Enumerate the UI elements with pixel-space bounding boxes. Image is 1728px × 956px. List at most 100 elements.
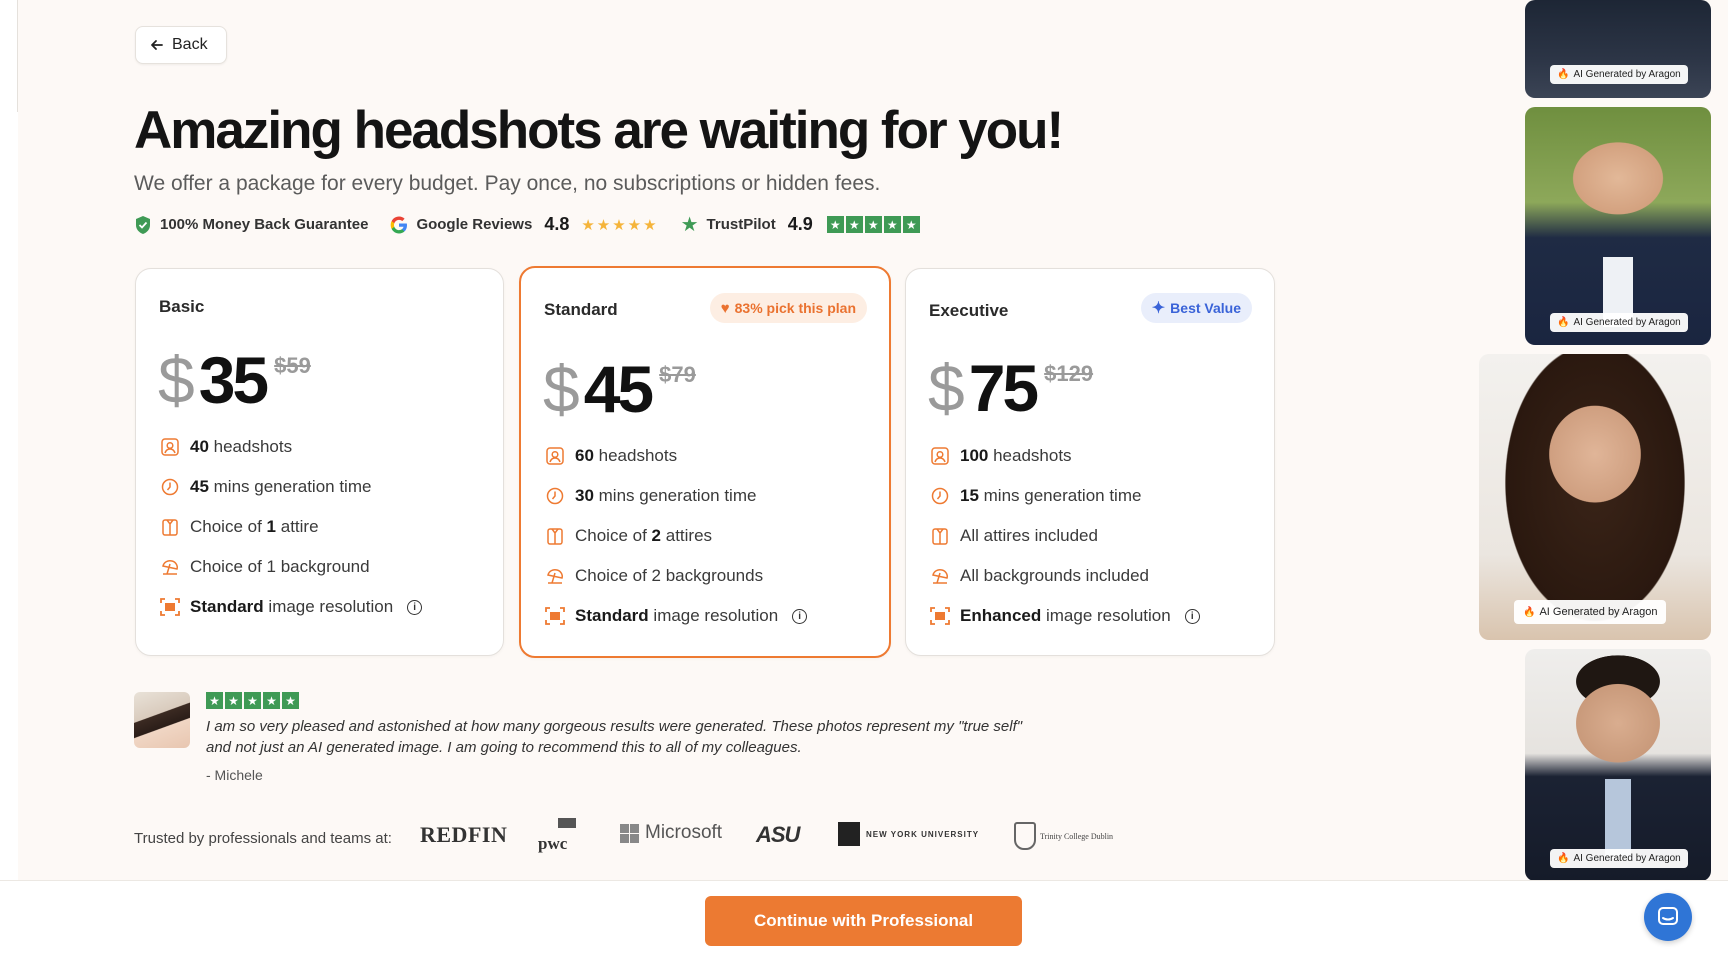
ai-generated-tag: 🔥 AI Generated by Aragon: [1550, 65, 1688, 84]
redfin-logo: REDFIN: [420, 822, 508, 847]
clock-icon: [545, 486, 565, 506]
feature-background: Choice of 1 background: [160, 555, 422, 579]
feature-resolution: Standard image resolution i: [545, 604, 808, 628]
portrait-icon: [545, 446, 565, 466]
beach-umbrella-icon: [160, 557, 180, 577]
chat-bubble-icon: [1658, 907, 1678, 925]
nyu-logo: NEW YORK UNIVERSITY: [838, 822, 979, 846]
feature-list: 100 headshots 15 mins generation time Al…: [930, 444, 1200, 628]
microsoft-logo: Microsoft: [620, 822, 722, 844]
trustpilot-stars: ★ ★ ★ ★ ★: [826, 216, 920, 233]
info-icon[interactable]: i: [407, 599, 423, 615]
popular-badge: ♥ 83% pick this plan: [709, 293, 867, 323]
feature-background: Choice of 2 backgrounds: [545, 564, 807, 588]
price-amount: 35: [198, 343, 269, 417]
arrow-left-icon: [151, 40, 163, 50]
flame-icon: 🔥: [1523, 606, 1536, 618]
shirt-icon: [545, 526, 565, 546]
page-subtitle: We offer a package for every budget. Pay…: [134, 172, 881, 195]
sample-headshot-2: 🔥 AI Generated by Aragon: [1525, 107, 1711, 345]
info-icon[interactable]: i: [792, 608, 808, 624]
trinity-crest-icon: [1014, 822, 1036, 850]
feature-generation-time: 15 mins generation time: [930, 484, 1200, 508]
ai-generated-tag: 🔥 AI Generated by Aragon: [1550, 849, 1688, 868]
review-author: - Michele: [206, 767, 263, 783]
beach-umbrella-icon: [545, 566, 565, 586]
plan-card-basic[interactable]: Basic $ 35 $59 40 headshots 45 mins gene…: [135, 268, 504, 656]
clock-icon: [930, 486, 950, 506]
sample-headshot-3: 🔥 AI Generated by Aragon: [1479, 354, 1711, 640]
google-icon: [391, 216, 408, 233]
feature-generation-time: 30 mins generation time: [545, 484, 807, 508]
shirt-icon: [930, 526, 950, 546]
resolution-frame-icon: [930, 606, 950, 626]
trusted-by-label: Trusted by professionals and teams at:: [134, 830, 392, 847]
plan-name: Executive: [929, 301, 1009, 320]
plan-card-executive[interactable]: Executive ✦ Best Value $ 75 $129 100 hea…: [905, 268, 1275, 656]
portrait-icon: [930, 446, 950, 466]
flame-icon: 🔥: [1557, 853, 1570, 864]
feature-generation-time: 45 mins generation time: [160, 475, 422, 499]
trustpilot-rating: 4.9: [787, 214, 813, 234]
feature-headshots: 100 headshots: [930, 444, 1200, 468]
feature-attire: Choice of 1 attire: [160, 515, 422, 539]
google-rating: 4.8: [544, 214, 570, 234]
beach-umbrella-icon: [930, 566, 950, 586]
feature-resolution: Enhanced image resolution i: [930, 604, 1200, 628]
back-button[interactable]: Back: [135, 26, 227, 64]
best-value-badge: ✦ Best Value: [1140, 293, 1252, 323]
pricing-page: Back Amazing headshots are waiting for y…: [18, 0, 1728, 880]
continue-button[interactable]: Continue with Professional: [705, 896, 1022, 946]
shield-check-icon: [136, 215, 150, 234]
clock-icon: [160, 477, 180, 497]
back-label: Back: [172, 36, 208, 53]
trust-row: 100% Money Back Guarantee Google Reviews…: [134, 214, 920, 235]
review-quote: I am so very pleased and astonished at h…: [206, 718, 1023, 756]
sparkle-icon: ✦: [1151, 300, 1166, 317]
shirt-icon: [160, 517, 180, 537]
chat-launcher-button[interactable]: [1644, 893, 1692, 941]
feature-headshots: 60 headshots: [545, 444, 807, 468]
trustpilot-star-icon: ★: [680, 213, 699, 236]
google-stars: ★★★★★: [581, 216, 659, 234]
plan-price: $ 75 $129: [928, 351, 1094, 425]
plan-card-standard[interactable]: Standard ♥ 83% pick this plan $ 45 $79 6…: [519, 266, 891, 658]
feature-attire: Choice of 2 attires: [545, 524, 807, 548]
price-amount: 75: [968, 351, 1039, 425]
heart-icon: ♥: [720, 299, 730, 317]
feature-attire: All attires included: [930, 524, 1200, 548]
sample-headshot-4: 🔥 AI Generated by Aragon: [1525, 649, 1711, 881]
resolution-frame-icon: [160, 597, 180, 617]
feature-list: 40 headshots 45 mins generation time Cho…: [160, 435, 423, 619]
resolution-frame-icon: [545, 606, 565, 626]
ai-generated-tag: 🔥 AI Generated by Aragon: [1514, 600, 1667, 624]
asu-logo: ASU: [756, 822, 800, 847]
review-stars: ★ ★ ★ ★ ★: [206, 692, 299, 709]
feature-headshots: 40 headshots: [160, 435, 422, 459]
info-icon[interactable]: i: [1184, 608, 1200, 624]
feature-background: All backgrounds included: [930, 564, 1200, 588]
sample-headshot-1: 🔥 AI Generated by Aragon: [1525, 0, 1711, 98]
pwc-logo: pwc: [538, 818, 576, 853]
old-price: $129: [1044, 361, 1094, 386]
plan-price: $ 45 $79: [543, 352, 696, 426]
old-price: $79: [659, 362, 696, 387]
feature-list: 60 headshots 30 mins generation time Cho…: [545, 444, 808, 628]
trustpilot-label: TrustPilot: [706, 216, 776, 233]
guarantee-text: 100% Money Back Guarantee: [160, 216, 369, 233]
flame-icon: 🔥: [1557, 69, 1570, 80]
plan-name: Standard: [544, 300, 618, 319]
plan-name: Basic: [159, 297, 205, 316]
reviewer-avatar: [134, 692, 190, 748]
price-amount: 45: [583, 352, 654, 426]
flame-icon: 🔥: [1557, 317, 1570, 328]
portrait-icon: [160, 437, 180, 457]
trinity-logo: Trinity College Dublin: [1014, 822, 1113, 850]
plan-price: $ 35 $59: [158, 343, 311, 417]
google-reviews-label: Google Reviews: [416, 216, 533, 233]
feature-resolution: Standard image resolution i: [160, 595, 423, 619]
old-price: $59: [274, 353, 311, 378]
nyu-torch-icon: [838, 822, 860, 846]
left-edge-panel: [0, 0, 18, 112]
microsoft-squares-icon: [620, 823, 639, 843]
